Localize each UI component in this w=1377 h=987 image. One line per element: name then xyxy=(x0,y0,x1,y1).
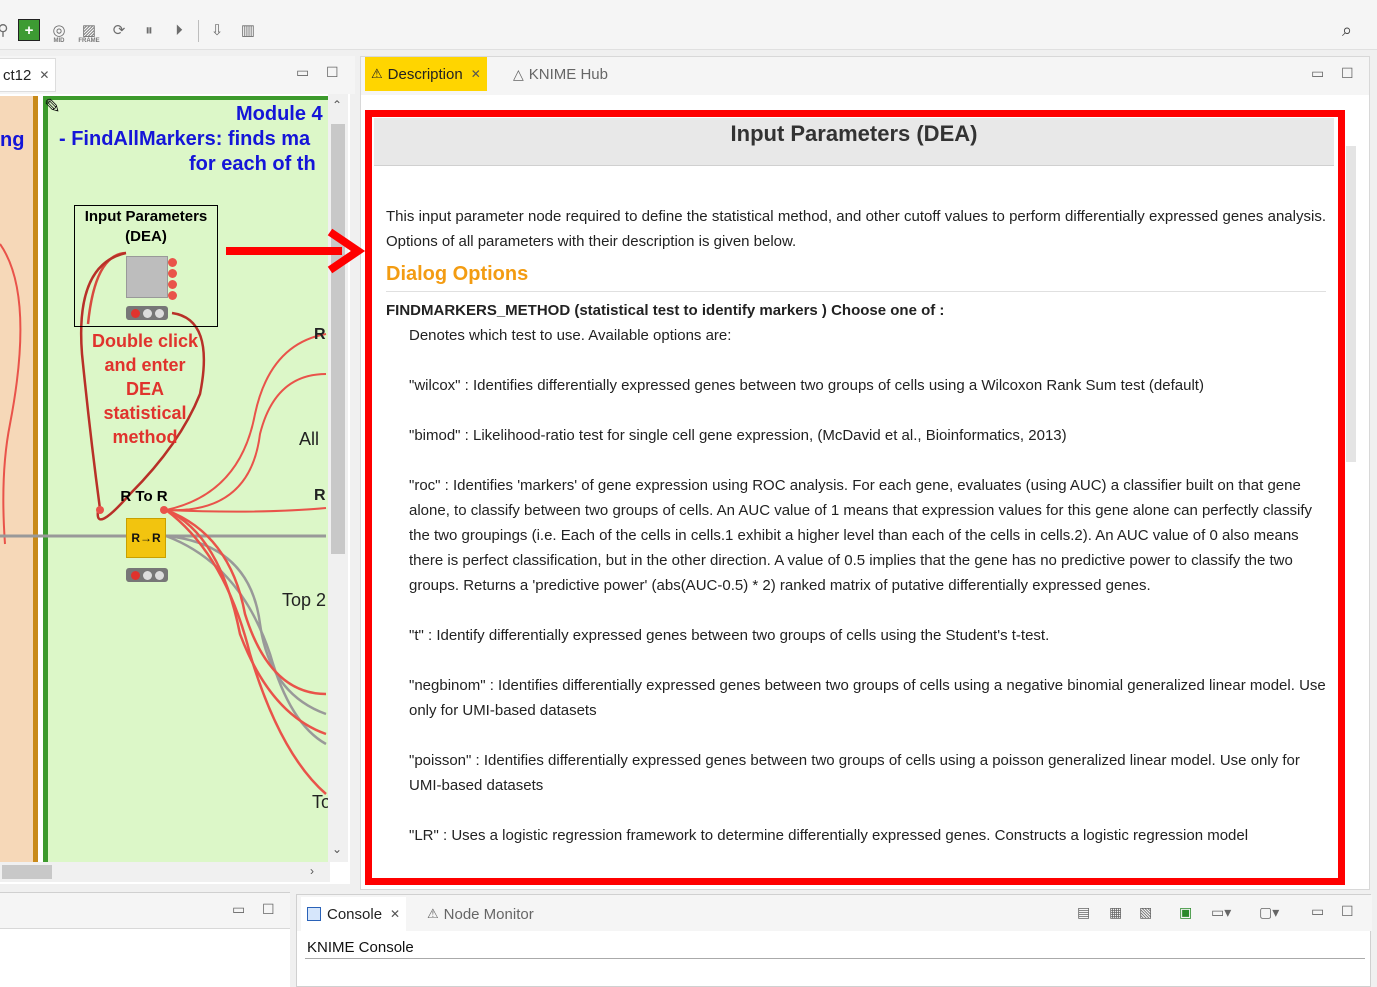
maximize-icon[interactable]: ☐ xyxy=(1341,903,1354,920)
deploy-icon[interactable]: ⇩ xyxy=(206,19,228,41)
horizontal-scroll-thumb[interactable] xyxy=(2,865,52,879)
open-console-icon[interactable]: ▢▾ xyxy=(1259,904,1279,921)
option-paragraph: "negbinom" : Identifies differentially e… xyxy=(409,677,1326,719)
description-header: Input Parameters (DEA) xyxy=(374,118,1334,166)
description-scrollbar[interactable] xyxy=(1346,146,1356,462)
close-icon[interactable]: ✕ xyxy=(471,67,481,81)
scroll-lock-icon[interactable]: ▦ xyxy=(1109,904,1122,921)
tab-knime-hub[interactable]: △ KNIME Hub xyxy=(507,57,614,91)
option-title: FINDMARKERS_METHOD (statistical test to … xyxy=(386,302,945,319)
option-paragraph: "roc" : Identifies 'markers' of gene exp… xyxy=(409,477,1312,594)
r-node-status-light xyxy=(126,568,168,582)
workflow-canvas[interactable]: ng ✎ Module 4 - FindAllMarkers: finds ma… xyxy=(0,94,350,884)
description-body: This input parameter node required to de… xyxy=(386,204,1326,873)
maximize-icon[interactable]: ☐ xyxy=(1341,65,1354,82)
dialog-options-heading: Dialog Options xyxy=(386,262,1326,292)
console-tabbar: Console ✕ ⚠ Node Monitor ▤ ▦ ▧ ▣ ▭▾ ▢▾ ▭… xyxy=(297,895,1372,931)
option-paragraph: Denotes which test to use. Available opt… xyxy=(409,327,732,344)
right-label-top2: Top 2 xyxy=(282,590,327,610)
tab-description[interactable]: ⚠ Description ✕ xyxy=(365,57,487,91)
close-icon[interactable]: ✕ xyxy=(39,68,49,82)
word-wrap-icon[interactable]: ▧ xyxy=(1139,904,1152,921)
tab-console[interactable]: Console ✕ xyxy=(301,897,407,931)
description-intro: This input parameter node required to de… xyxy=(386,208,1326,250)
option-paragraph: "wilcox" : Identifies differentially exp… xyxy=(409,377,1204,394)
node-monitor-icon: ⚠ xyxy=(427,906,439,921)
editor-horizontal-scrollbar[interactable]: › xyxy=(0,862,330,882)
option-paragraph: "LR" : Uses a logistic regression framew… xyxy=(409,827,1249,844)
instruction-line-5: method xyxy=(112,427,178,447)
frame-label: FRAME xyxy=(78,38,100,44)
clear-console-icon[interactable]: ▤ xyxy=(1077,904,1090,921)
console-icon xyxy=(307,907,321,921)
input-node-label-2: (DEA) xyxy=(125,228,167,245)
console-divider xyxy=(305,958,1365,959)
right-label-r2: R xyxy=(314,487,326,504)
pin-console-icon[interactable]: ▣ xyxy=(1179,904,1192,921)
console-tab-label: Console xyxy=(327,905,383,923)
r-node-input-port[interactable] xyxy=(96,506,104,514)
option-description: Denotes which test to use. Available opt… xyxy=(409,323,1326,848)
maximize-icon[interactable]: ☐ xyxy=(326,64,339,81)
bottom-left-tabbar: ▭ ☐ xyxy=(0,893,290,929)
minimize-icon[interactable]: ▭ xyxy=(232,901,245,918)
minimize-icon[interactable]: ▭ xyxy=(1311,65,1324,82)
instruction-line-3: DEA xyxy=(125,379,164,399)
description-tabbar: ⚠ Description ✕ △ KNIME Hub ▭ ☐ xyxy=(361,57,1369,95)
resume-icon[interactable]: ⏵ xyxy=(168,19,190,41)
option-paragraph: "poisson" : Identifies differentially ex… xyxy=(409,752,1300,794)
node-title: Input Parameters (DEA) xyxy=(730,121,978,146)
knime-hub-tab-label: KNIME Hub xyxy=(528,65,608,83)
tab-node-monitor[interactable]: ⚠ Node Monitor xyxy=(421,897,540,931)
editor-tabbar: ct12 ✕ ▭ ☐ xyxy=(0,56,355,94)
option-paragraph: "t" : Identify differentially expressed … xyxy=(409,627,1050,644)
scroll-up-icon[interactable]: ⌃ xyxy=(332,98,342,112)
execute-icon[interactable]: ⟳ xyxy=(108,19,130,41)
node-status-light xyxy=(126,306,168,320)
tab-workflow[interactable]: ct12 ✕ xyxy=(0,58,57,92)
display-console-icon[interactable]: ▭▾ xyxy=(1211,904,1231,921)
vertical-scroll-thumb[interactable] xyxy=(331,124,345,554)
maximize-icon[interactable]: ☐ xyxy=(262,901,275,918)
view-id-label: MID xyxy=(53,38,65,44)
description-icon: ⚠ xyxy=(371,66,383,81)
r-node-port[interactable] xyxy=(160,506,168,514)
instruction-line-1: Double click xyxy=(91,331,199,351)
search-icon[interactable]: ⌕ xyxy=(1336,19,1358,41)
input-parameters-node[interactable] xyxy=(126,256,168,298)
instruction-line-2: and enter xyxy=(104,355,186,375)
scroll-right-icon[interactable]: › xyxy=(310,864,314,878)
bottom-left-panel: ▭ ☐ xyxy=(0,892,290,987)
frame-icon[interactable]: ▨ FRAME xyxy=(78,19,100,44)
knime-window: ⚲ + ◎ MID ▨ FRAME ⟳ ⏸ ⏵ ⇩ ▥ ⌕ ct12 ✕ ▭ ☐ n… xyxy=(0,0,1377,987)
description-content: Input Parameters (DEA) This input parame… xyxy=(374,118,1334,874)
knime-hub-icon: △ xyxy=(513,65,524,82)
editor-vertical-scrollbar[interactable]: ⌃ ⌄ xyxy=(328,94,348,862)
instruction-line-4: statistical xyxy=(103,403,187,423)
option-paragraph: "bimod" : Likelihood-ratio test for sing… xyxy=(409,427,1067,444)
magnifier-partial-icon[interactable]: ⚲ xyxy=(0,19,14,41)
red-arrow-icon xyxy=(226,228,366,274)
input-node-label-1: Input Parameters xyxy=(84,208,208,225)
scroll-down-icon[interactable]: ⌄ xyxy=(332,842,342,856)
main-toolbar: ⚲ + ◎ MID ▨ FRAME ⟳ ⏸ ⏵ ⇩ ▥ ⌕ xyxy=(0,0,1377,50)
console-title: KNIME Console xyxy=(307,939,414,956)
workflow-tab-label: ct12 xyxy=(3,66,32,84)
minimize-icon[interactable]: ▭ xyxy=(1311,903,1324,920)
node-monitor-tab-label: Node Monitor xyxy=(443,905,534,923)
close-icon[interactable]: ✕ xyxy=(390,907,400,921)
r-to-r-label: R To R xyxy=(120,488,168,505)
description-tab-label: Description xyxy=(387,65,463,83)
toolbar-separator xyxy=(198,20,199,42)
console-panel: Console ✕ ⚠ Node Monitor ▤ ▦ ▧ ▣ ▭▾ ▢▾ ▭… xyxy=(296,894,1372,987)
layout-icon[interactable]: ▥ xyxy=(237,19,259,41)
right-label-r1: R xyxy=(314,326,326,343)
pause-icon[interactable]: ⏸ xyxy=(138,19,160,41)
node-output-ports[interactable] xyxy=(168,258,177,300)
r-to-r-node[interactable]: R→R xyxy=(126,518,166,558)
minimize-icon[interactable]: ▭ xyxy=(296,64,309,81)
add-node-icon[interactable]: + xyxy=(18,19,40,41)
right-label-all: All xyxy=(299,429,320,449)
view-id-icon[interactable]: ◎ MID xyxy=(48,19,70,44)
